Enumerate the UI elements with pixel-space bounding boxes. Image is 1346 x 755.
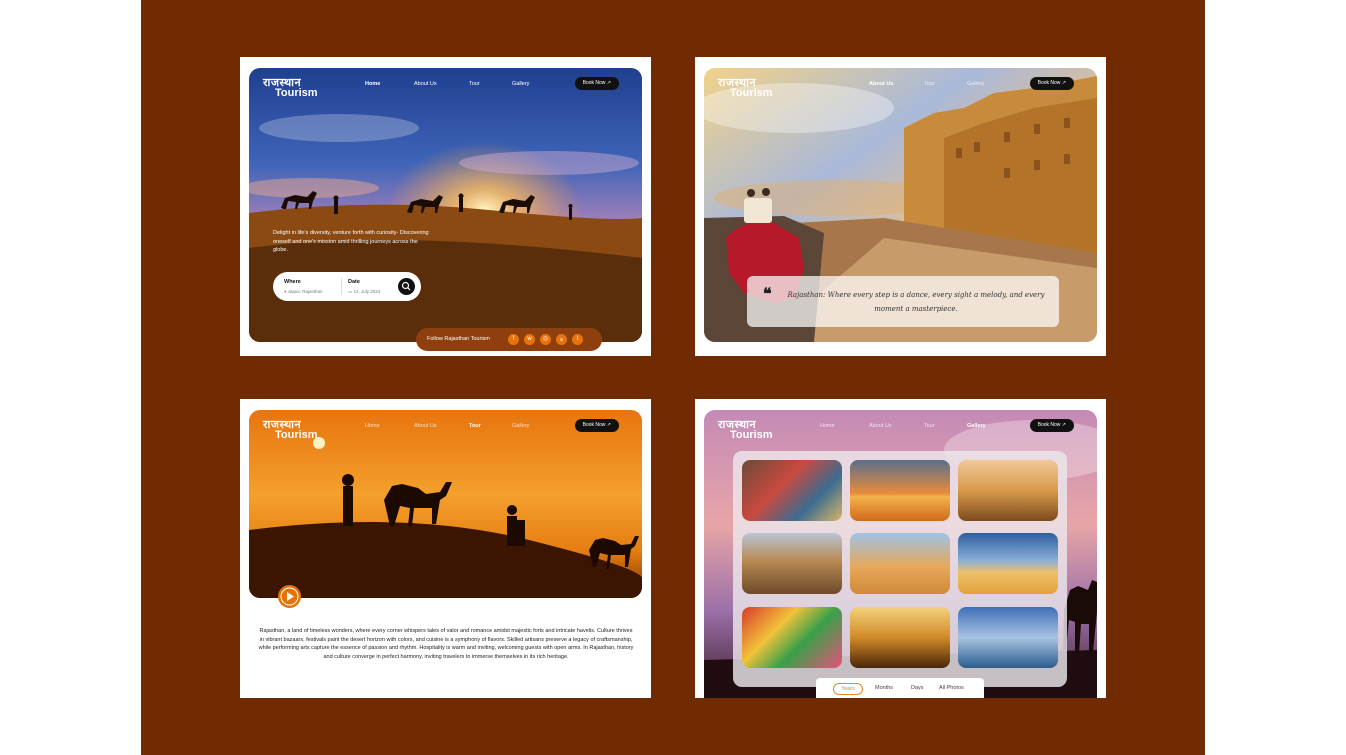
- about-screen-card: राजस्थान Tourism About Us Tour Gallery B…: [695, 57, 1106, 356]
- gallery-photo-water-palace[interactable]: [958, 607, 1058, 668]
- brand-logo[interactable]: राजस्थान Tourism: [718, 419, 773, 441]
- gallery-photo-palace[interactable]: [958, 460, 1058, 521]
- book-now-button[interactable]: Book Now ↗: [1029, 77, 1074, 90]
- brand-logo[interactable]: राजस्थान Tourism: [263, 419, 318, 441]
- nav-about-link[interactable]: About Us: [869, 81, 893, 87]
- play-icon: [280, 587, 299, 606]
- hero-tagline: Delight in life's diversity, venture for…: [273, 230, 429, 253]
- top-nav: राजस्थान Tourism Home About Us Tour Gall…: [249, 410, 642, 446]
- home-hero: राजस्थान Tourism Home About Us Tour Gall…: [249, 68, 642, 342]
- nav-home-link[interactable]: Home: [365, 81, 380, 87]
- gallery-filter-tabs: Years Months Days All Photos: [816, 678, 984, 698]
- nav-tour-link[interactable]: Tour: [924, 81, 935, 87]
- logo-english-text: Tourism: [730, 87, 773, 99]
- tour-hero: राजस्थान Tourism Home About Us Tour Gall…: [249, 410, 642, 598]
- gallery-photo-lake-sunset[interactable]: [850, 460, 950, 521]
- gallery-photo-desert-rider[interactable]: [850, 533, 950, 594]
- search-button[interactable]: [398, 278, 415, 295]
- instagram-icon[interactable]: ◎: [540, 334, 551, 345]
- gallery-photo-camel-fair[interactable]: [850, 607, 950, 668]
- book-now-button[interactable]: Book Now ↗: [574, 77, 619, 90]
- search-widget: Where ⌖ Jaipur, Rajasthan Date ▭ 12, Jul…: [273, 272, 421, 301]
- tab-months[interactable]: Months: [875, 685, 893, 691]
- about-hero: राजस्थान Tourism About Us Tour Gallery B…: [704, 68, 1097, 342]
- quote-mark-icon: ❝: [763, 284, 772, 303]
- logo-english-text: Tourism: [275, 429, 318, 441]
- gallery-screen-card: राजस्थान Tourism Home About Us Tour Gall…: [695, 399, 1106, 698]
- whatsapp-icon[interactable]: w: [524, 334, 535, 345]
- date-field[interactable]: ▭ 12, July 2024: [348, 289, 380, 295]
- follow-text: Follow Rajasthan Tourism: [427, 336, 490, 342]
- nav-tour-link[interactable]: Tour: [469, 423, 481, 429]
- logo-english-text: Tourism: [730, 429, 773, 441]
- tab-days[interactable]: Days: [911, 685, 924, 691]
- play-video-button[interactable]: [278, 585, 301, 608]
- facebook-icon[interactable]: f: [508, 334, 519, 345]
- nav-about-link[interactable]: About Us: [414, 81, 437, 87]
- search-divider: [341, 278, 342, 295]
- nav-gallery-link[interactable]: Gallery: [967, 423, 986, 429]
- twitter-icon[interactable]: t: [572, 334, 583, 345]
- gallery-photo-bazaar[interactable]: [742, 460, 842, 521]
- tour-description: Rajasthan, a land of timeless wonders, w…: [258, 628, 634, 660]
- nav-gallery-link[interactable]: Gallery: [967, 81, 984, 87]
- quote-box: ❝ Rajasthan: Where every step is a dance…: [747, 276, 1059, 327]
- where-field[interactable]: ⌖ Jaipur, Rajasthan: [284, 289, 323, 294]
- tab-all-photos[interactable]: All Photos: [939, 685, 964, 691]
- tour-screen-card: राजस्थान Tourism Home About Us Tour Gall…: [240, 399, 651, 698]
- book-now-button[interactable]: Book Now ↗: [1029, 419, 1074, 432]
- top-nav: राजस्थान Tourism Home About Us Tour Gall…: [704, 410, 1097, 446]
- top-nav: राजस्थान Tourism About Us Tour Gallery B…: [704, 68, 1097, 104]
- tab-years[interactable]: Years: [833, 683, 863, 695]
- gallery-panel: [733, 451, 1067, 687]
- nav-about-link[interactable]: About Us: [414, 423, 437, 429]
- where-label: Where: [284, 279, 301, 285]
- book-now-button[interactable]: Book Now ↗: [574, 419, 619, 432]
- nav-home-link[interactable]: Home: [365, 423, 380, 429]
- nav-gallery-link[interactable]: Gallery: [512, 81, 529, 87]
- nav-about-link[interactable]: About Us: [869, 423, 892, 429]
- nav-tour-link[interactable]: Tour: [469, 81, 480, 87]
- logo-english-text: Tourism: [275, 87, 318, 99]
- gallery-photo-dunes[interactable]: [958, 533, 1058, 594]
- search-icon: [401, 281, 411, 291]
- follow-bar: Follow Rajasthan Tourism f w ◎ in t: [416, 328, 602, 351]
- brand-logo[interactable]: राजस्थान Tourism: [263, 77, 318, 99]
- linkedin-icon[interactable]: in: [556, 334, 567, 345]
- top-nav: राजस्थान Tourism Home About Us Tour Gall…: [249, 68, 642, 104]
- nav-gallery-link[interactable]: Gallery: [512, 423, 529, 429]
- home-screen-card: राजस्थान Tourism Home About Us Tour Gall…: [240, 57, 651, 356]
- gallery-hero: राजस्थान Tourism Home About Us Tour Gall…: [704, 410, 1097, 698]
- gallery-photo-textiles[interactable]: [742, 607, 842, 668]
- nav-home-link[interactable]: Home: [820, 423, 835, 429]
- date-label: Date: [348, 279, 360, 285]
- quote-text: Rajasthan: Where every step is a dance, …: [787, 291, 1045, 313]
- brand-logo[interactable]: राजस्थान Tourism: [718, 77, 773, 99]
- gallery-photo-fort[interactable]: [742, 533, 842, 594]
- nav-tour-link[interactable]: Tour: [924, 423, 935, 429]
